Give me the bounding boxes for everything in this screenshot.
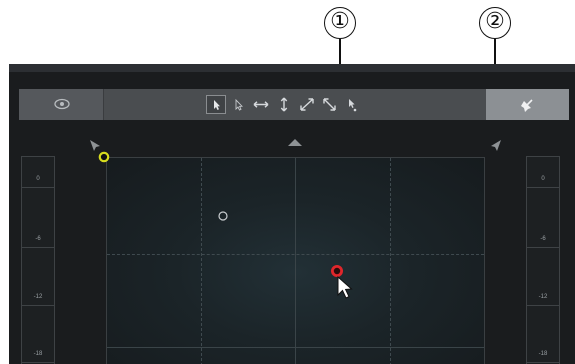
horizontal-arrows-icon xyxy=(253,101,269,108)
panner-panel: 0 -6 -12 -18 0 -6 -12 -18 xyxy=(9,64,575,364)
cursor-outline-icon xyxy=(235,98,243,111)
horizontal-move-tool-button[interactable] xyxy=(251,95,271,114)
panel-top-strip xyxy=(9,64,575,72)
toolbar xyxy=(19,89,569,120)
callout-2: ② xyxy=(479,7,511,39)
panning-grid[interactable] xyxy=(106,157,485,364)
cursor-point-icon xyxy=(349,99,357,112)
meter-label: -12 xyxy=(33,294,43,300)
left-level-meter: 0 -6 -12 -18 xyxy=(21,156,55,364)
right-level-meter: 0 -6 -12 -18 xyxy=(526,156,560,364)
diagonal-down-arrows-icon xyxy=(323,98,336,111)
pin-toggle-button[interactable] xyxy=(486,89,569,120)
diagonal-up-arrows-icon xyxy=(300,98,314,111)
meter-label: -12 xyxy=(538,294,548,300)
meter-label: 0 xyxy=(541,176,545,182)
meter-label: 0 xyxy=(36,176,40,182)
diagonal-up-tool-button[interactable] xyxy=(297,95,317,114)
rear-position-handle[interactable] xyxy=(217,210,229,222)
point-tool-button[interactable] xyxy=(342,95,362,114)
select-tool-button[interactable] xyxy=(206,95,226,114)
cursor-icon xyxy=(214,100,220,110)
eye-icon xyxy=(54,98,70,110)
callout-1: ① xyxy=(324,7,356,39)
meter-label: -18 xyxy=(33,351,43,357)
meter-label: -6 xyxy=(35,236,41,242)
center-speaker-icon xyxy=(288,139,302,146)
diagonal-down-tool-button[interactable] xyxy=(320,95,340,114)
front-left-source-handle[interactable] xyxy=(98,151,110,163)
mouse-pointer-icon xyxy=(337,275,353,299)
right-speaker-icon xyxy=(491,140,501,151)
meter-label: -18 xyxy=(538,351,548,357)
vertical-move-tool-button[interactable] xyxy=(274,95,294,114)
select-outline-tool-button[interactable] xyxy=(229,95,249,114)
vertical-arrows-icon xyxy=(280,97,288,112)
pin-icon xyxy=(521,99,533,112)
eye-button[interactable] xyxy=(19,89,104,120)
meter-label: -6 xyxy=(540,236,546,242)
